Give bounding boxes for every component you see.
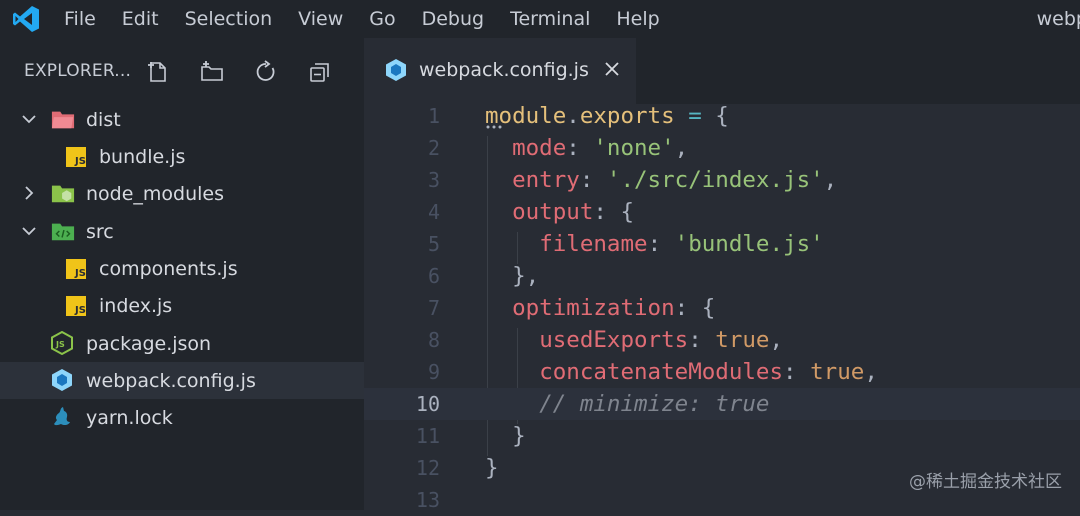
line-number: 2 [427, 136, 440, 160]
line-number: 1 [427, 104, 440, 128]
menu-view[interactable]: View [285, 0, 356, 38]
line-number: 9 [427, 360, 440, 384]
svg-text:JS: JS [74, 156, 86, 167]
collapse-all-icon[interactable] [306, 58, 333, 85]
line-number: 7 [427, 296, 440, 320]
code-line: 4 output: { [364, 196, 1080, 228]
line-number: 6 [427, 264, 440, 288]
explorer-sidebar: EXPLORER... dist JS bundle.js node_modul… [0, 38, 364, 510]
line-number: 12 [415, 456, 440, 480]
tree-item-label: package.json [86, 332, 212, 355]
js-file-icon: JS [64, 145, 88, 169]
tree-file-components-js[interactable]: JS components.js [0, 250, 364, 287]
svg-text:JS: JS [55, 340, 65, 349]
tree-file-yarn-lock[interactable]: yarn.lock [0, 399, 364, 436]
tree-folder-dist[interactable]: dist [0, 101, 364, 138]
tree-item-label: webpack.config.js [86, 369, 256, 392]
tree-file-webpack-config-js[interactable]: webpack.config.js [0, 362, 364, 399]
webpack-icon [50, 368, 74, 392]
menu-edit[interactable]: Edit [109, 0, 172, 38]
svg-text:JS: JS [74, 268, 86, 279]
code-text: } [512, 423, 526, 449]
explorer-header: EXPLORER... [0, 38, 364, 104]
tree-file-bundle-js[interactable]: JS bundle.js [0, 138, 364, 175]
tree-item-label: dist [86, 108, 121, 131]
code-line: 11 } [364, 420, 1080, 452]
code-line: 1 module.exports = { [364, 100, 1080, 132]
menu-debug[interactable]: Debug [409, 0, 497, 38]
code-text: optimization: { [512, 295, 716, 321]
code-line: 7 optimization: { [364, 292, 1080, 324]
line-number: 11 [415, 424, 440, 448]
code-line: 8 usedExports: true, [364, 324, 1080, 356]
tree-folder-src[interactable]: src [0, 213, 364, 250]
webpack-icon [384, 58, 408, 82]
code-line-current: 10 // minimize: true [364, 388, 1080, 420]
code-line: 5 filename: 'bundle.js' [364, 228, 1080, 260]
menu-selection[interactable]: Selection [172, 0, 286, 38]
explorer-title: EXPLORER... [24, 61, 132, 81]
code-line: 9 concatenateModules: true, [364, 356, 1080, 388]
watermark: @稀土掘金技术社区 [909, 472, 1062, 492]
nodejs-icon: JS [50, 331, 74, 355]
code-text: mode: 'none', [512, 135, 689, 161]
menu-bar: File Edit Selection View Go Debug Termin… [0, 0, 1080, 38]
code-text: // minimize: true [539, 391, 770, 417]
code-text: concatenateModules: true, [539, 359, 878, 385]
chevron-down-icon[interactable] [19, 221, 39, 241]
code-text: filename: 'bundle.js' [539, 231, 824, 257]
svg-text:JS: JS [74, 305, 86, 316]
line-number: 10 [415, 392, 440, 416]
line-number: 13 [415, 488, 440, 512]
js-file-icon: JS [64, 294, 88, 318]
yarn-icon [50, 405, 74, 429]
folder-open-icon [51, 107, 75, 131]
tree-item-label: yarn.lock [86, 406, 173, 429]
close-icon[interactable] [600, 57, 624, 81]
tree-folder-node-modules[interactable]: node_modules [0, 175, 364, 212]
code-line: 2 mode: 'none', [364, 132, 1080, 164]
code-text: }, [512, 263, 540, 289]
code-line: 3 entry: './src/index.js', [364, 164, 1080, 196]
line-number: 4 [427, 200, 440, 224]
tree-item-label: index.js [99, 294, 173, 317]
js-file-icon: JS [64, 257, 88, 281]
new-folder-icon[interactable] [198, 58, 225, 85]
code-editor[interactable]: 1 module.exports = { 2 mode: 'none', 3 e… [364, 103, 1080, 512]
menu-terminal[interactable]: Terminal [497, 0, 603, 38]
refresh-icon[interactable] [252, 58, 279, 85]
new-file-icon[interactable] [144, 58, 171, 85]
code-text: entry: './src/index.js', [512, 167, 838, 193]
vscode-logo-icon[interactable] [0, 0, 52, 38]
chevron-right-icon[interactable] [19, 183, 39, 203]
tree-file-index-js[interactable]: JS index.js [0, 287, 364, 324]
line-number: 8 [427, 328, 440, 352]
chevron-down-icon[interactable] [19, 109, 39, 129]
menu-go[interactable]: Go [356, 0, 408, 38]
editor-tab-bar: webpack.config.js [364, 38, 1080, 104]
window-title: webp [1036, 8, 1080, 30]
code-text: module.exports = { [485, 103, 729, 129]
line-number: 5 [427, 232, 440, 256]
folder-node-icon [51, 181, 75, 205]
line-number: 3 [427, 168, 440, 192]
code-text: usedExports: true, [539, 327, 784, 353]
tree-file-package-json[interactable]: JS package.json [0, 325, 364, 362]
tab-label: webpack.config.js [419, 59, 589, 81]
tree-item-label: bundle.js [99, 145, 186, 168]
tab-webpack-config-js[interactable]: webpack.config.js [364, 38, 636, 104]
tree-item-label: node_modules [86, 182, 225, 205]
tree-item-label: src [86, 220, 114, 243]
menu-file[interactable]: File [52, 0, 109, 38]
code-line: 6 }, [364, 260, 1080, 292]
menu-help[interactable]: Help [603, 0, 672, 38]
code-text: output: { [512, 199, 635, 225]
folder-src-icon [51, 219, 75, 243]
tree-item-label: components.js [99, 257, 238, 280]
code-text: } [485, 455, 499, 481]
